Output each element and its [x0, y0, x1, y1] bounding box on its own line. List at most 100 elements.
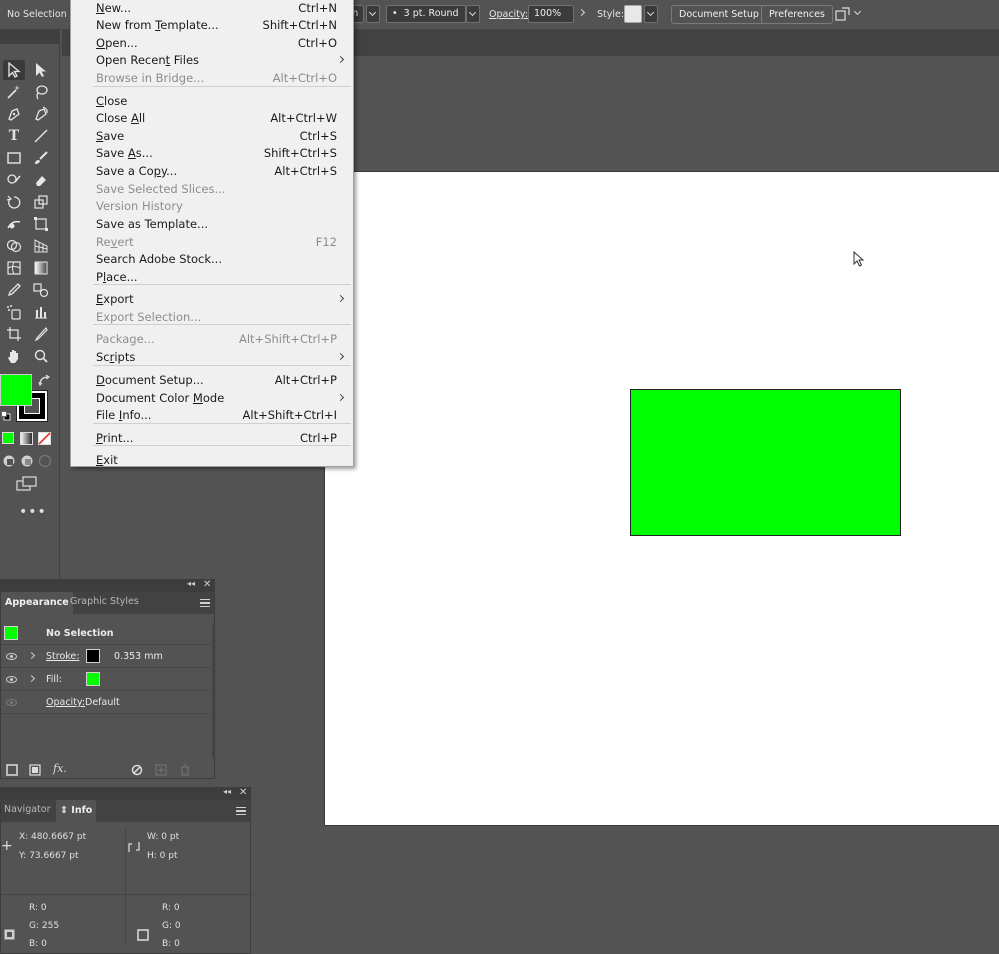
free-transform-tool-icon[interactable] — [30, 214, 52, 234]
paintbrush-tool-icon[interactable] — [30, 148, 52, 168]
add-effect-icon[interactable]: fx. — [53, 762, 67, 775]
appearance-header-row[interactable]: No Selection — [1, 623, 211, 645]
menu-item-open-recent-files[interactable]: Open Recent Files — [71, 52, 353, 70]
menu-item-close[interactable]: Close — [71, 93, 353, 111]
brush-definition-field[interactable]: • 3 pt. Round — [386, 5, 466, 23]
arrange-documents-icon[interactable] — [835, 6, 851, 22]
eyedropper-tool-icon[interactable] — [3, 280, 25, 300]
scale-tool-icon[interactable] — [30, 192, 52, 212]
panel-menu-icon[interactable] — [200, 599, 210, 607]
chevron-right-icon[interactable] — [27, 651, 36, 660]
menu-item-document-color-mode[interactable]: Document Color Mode — [71, 390, 353, 408]
menu-item-save-as[interactable]: Save As... Shift+Ctrl+S — [71, 145, 353, 163]
opacity-label[interactable]: Opacity: — [489, 9, 528, 20]
opacity-label[interactable]: Opacity: — [46, 697, 85, 708]
menu-item-search-adobe-stock[interactable]: Search Adobe Stock... — [71, 251, 353, 269]
edit-toolbar-icon[interactable]: ••• — [19, 504, 47, 520]
fill-row[interactable]: Fill: — [1, 669, 211, 691]
tab-appearance[interactable]: Appearance — [1, 592, 73, 614]
visibility-eye-icon[interactable] — [6, 699, 17, 706]
selection-tool-icon[interactable] — [3, 60, 25, 80]
style-swatch[interactable] — [624, 5, 642, 23]
rotate-tool-icon[interactable] — [3, 192, 25, 212]
clear-appearance-icon[interactable] — [131, 764, 143, 776]
tab-graphic-styles[interactable]: Graphic Styles — [70, 596, 139, 607]
opacity-input[interactable]: 100% — [528, 5, 574, 23]
add-fill-icon[interactable] — [29, 764, 41, 776]
menu-item-export[interactable]: Export — [71, 291, 353, 309]
panel-menu-icon[interactable] — [236, 807, 246, 815]
menu-item-new-from-template[interactable]: New from Template... Shift+Ctrl+N — [71, 17, 353, 35]
preferences-button[interactable]: Preferences — [761, 5, 833, 24]
chevron-down-icon[interactable] — [366, 5, 380, 23]
pen-tool-icon[interactable] — [3, 104, 25, 124]
gradient-tool-icon[interactable] — [30, 258, 52, 278]
shaper-tool-icon[interactable] — [3, 170, 25, 190]
info-panel-header[interactable]: ◂◂ ✕ — [1, 787, 250, 800]
stroke-swatch[interactable] — [86, 649, 100, 663]
visibility-eye-icon[interactable] — [6, 676, 17, 683]
hand-tool-icon[interactable] — [3, 346, 25, 366]
close-icon[interactable]: ✕ — [203, 579, 211, 590]
menu-item-save-a-copy[interactable]: Save a Copy... Alt+Ctrl+S — [71, 163, 353, 181]
draw-behind-icon[interactable] — [20, 454, 34, 468]
column-graph-tool-icon[interactable] — [30, 302, 52, 322]
green-rectangle[interactable] — [630, 389, 901, 536]
menu-item-exit[interactable]: Exit — [71, 452, 353, 470]
screen-mode-icon[interactable] — [16, 476, 38, 492]
rectangle-tool-icon[interactable] — [3, 148, 25, 168]
curvature-tool-icon[interactable] — [30, 104, 52, 124]
line-segment-tool-icon[interactable] — [30, 126, 52, 146]
perspective-grid-tool-icon[interactable] — [30, 236, 52, 256]
tab-navigator[interactable]: Navigator — [4, 804, 50, 815]
draw-inside-icon[interactable] — [38, 454, 52, 468]
artboard-tool-icon[interactable] — [3, 324, 25, 344]
menu-item-scripts[interactable]: Scripts — [71, 349, 353, 367]
menu-item-file-info[interactable]: File Info... Alt+Shift+Ctrl+I — [71, 407, 353, 425]
menu-item-open[interactable]: Open... Ctrl+O — [71, 35, 353, 53]
tools-panel-header[interactable] — [0, 30, 60, 44]
visibility-eye-icon[interactable] — [6, 653, 17, 660]
eraser-tool-icon[interactable] — [30, 170, 52, 190]
appearance-panel-header[interactable]: ◂◂ ✕ — [1, 579, 214, 592]
menu-item-new[interactable]: New... Ctrl+N — [71, 0, 353, 18]
menu-item-save-as-template[interactable]: Save as Template... — [71, 216, 353, 234]
chevron-right-icon[interactable] — [27, 674, 36, 683]
stroke-row[interactable]: Stroke: 0.353 mm — [1, 646, 211, 668]
close-icon[interactable]: ✕ — [239, 787, 247, 798]
color-mode-icon[interactable] — [2, 432, 14, 444]
tab-info[interactable]: ⇕ Info — [56, 800, 97, 822]
mesh-tool-icon[interactable] — [3, 258, 25, 278]
blend-tool-icon[interactable] — [30, 280, 52, 300]
none-mode-icon[interactable] — [38, 432, 51, 445]
collapse-icon[interactable]: ◂◂ — [223, 787, 231, 796]
default-fill-stroke-icon[interactable] — [1, 411, 11, 421]
stroke-weight[interactable]: 0.353 mm — [114, 651, 163, 662]
collapse-icon[interactable]: ◂◂ — [187, 579, 195, 588]
direct-selection-tool-icon[interactable] — [30, 60, 52, 80]
swap-fill-stroke-icon[interactable] — [38, 374, 51, 387]
stroke-label[interactable]: Stroke: — [46, 651, 79, 662]
lasso-tool-icon[interactable] — [30, 82, 52, 102]
warp-tool-icon[interactable] — [3, 214, 25, 234]
opacity-row[interactable]: Opacity: Default — [1, 692, 211, 714]
magic-wand-tool-icon[interactable] — [3, 82, 25, 102]
shape-builder-tool-icon[interactable] — [3, 236, 25, 256]
slice-tool-icon[interactable] — [30, 324, 52, 344]
add-stroke-icon[interactable] — [6, 764, 18, 776]
menu-item-save[interactable]: Save Ctrl+S — [71, 128, 353, 146]
symbol-sprayer-tool-icon[interactable] — [3, 302, 25, 322]
chevron-down-icon[interactable] — [466, 5, 480, 23]
chevron-down-icon[interactable] — [644, 5, 658, 23]
appearance-scrollbar[interactable] — [212, 623, 214, 758]
zoom-tool-icon[interactable] — [30, 346, 52, 366]
chevron-down-icon[interactable] — [852, 5, 864, 21]
gradient-mode-icon[interactable] — [20, 432, 33, 445]
menu-item-document-setup[interactable]: Document Setup... Alt+Ctrl+P — [71, 372, 353, 390]
fill-swatch[interactable] — [86, 672, 100, 686]
chevron-right-icon[interactable] — [577, 5, 589, 21]
document-setup-button[interactable]: Document Setup — [671, 5, 767, 24]
type-tool-icon[interactable]: T — [3, 126, 25, 146]
menu-item-close-all[interactable]: Close All Alt+Ctrl+W — [71, 110, 353, 128]
fill-color-swatch[interactable] — [0, 374, 32, 406]
